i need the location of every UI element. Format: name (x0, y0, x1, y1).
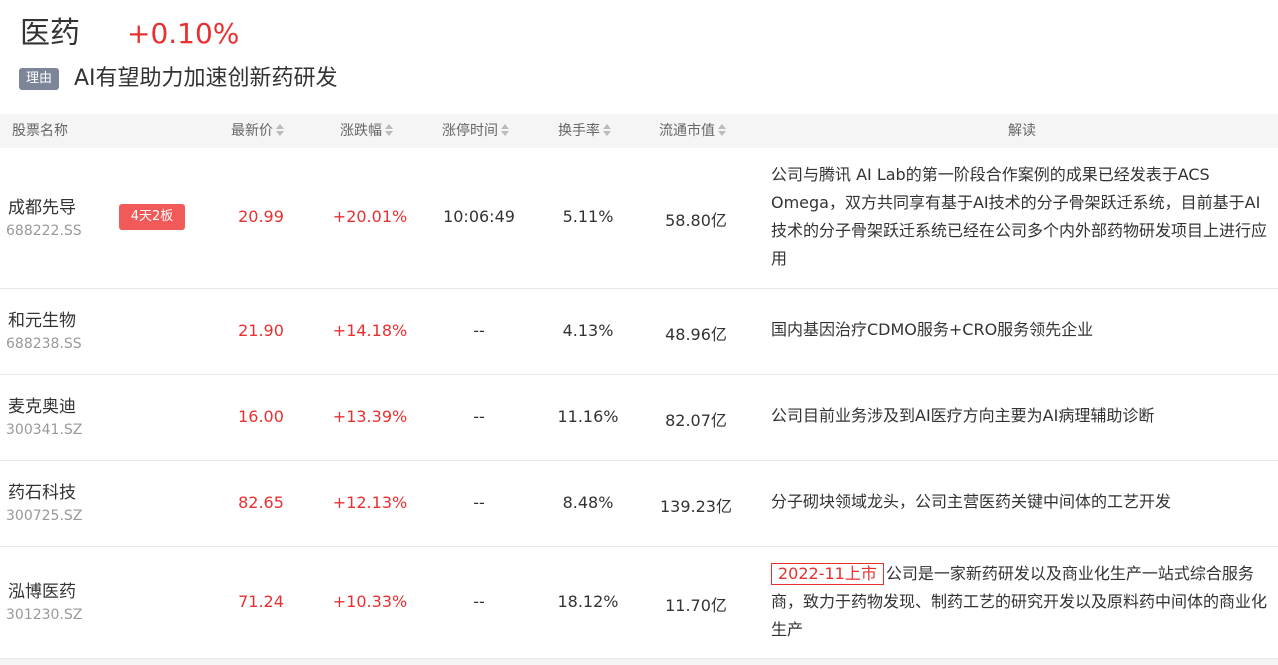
price: 16.00 (238, 407, 284, 426)
column-header-change[interactable]: 涨跌幅 (340, 114, 394, 148)
column-header-desc: 解读 (1008, 123, 1036, 139)
stock-name[interactable]: 成都先导 (8, 193, 76, 218)
limit-up-time: -- (473, 592, 485, 611)
stock-description: 2022-11上市 公司是一家新药研发以及商业化生产一站式综合服务商，致力于药物发… (771, 560, 1271, 644)
bottom-divider (0, 659, 1278, 665)
limit-up-time: -- (473, 493, 485, 512)
stock-name[interactable]: 药石科技 (8, 478, 76, 503)
limit-up-time: -- (473, 407, 485, 426)
sort-icon[interactable] (501, 124, 510, 136)
column-header-price[interactable]: 最新价 (231, 114, 285, 148)
table-row[interactable]: 和元生物 688238.SS 21.90 +14.18% -- 4.13% 48… (0, 289, 1278, 375)
column-header-market-cap[interactable]: 流通市值 (659, 114, 727, 148)
stock-code: 300725.SZ (6, 508, 83, 524)
change-pct: +10.33% (332, 592, 408, 611)
turnover-rate: 4.13% (562, 321, 614, 340)
column-header-turnover[interactable]: 换手率 (558, 114, 612, 148)
stock-name[interactable]: 泓博医药 (8, 577, 76, 602)
turnover-rate: 11.16% (557, 407, 619, 426)
price: 20.99 (238, 207, 284, 226)
sector-header: 医药 +0.10% 理由 AI有望助力加速创新药研发 (0, 0, 1278, 110)
stock-description: 公司目前业务涉及到AI医疗方向主要为AI病理辅助诊断 (771, 402, 1271, 430)
stock-code: 300341.SZ (6, 422, 83, 438)
market-cap: 58.80亿 (665, 211, 727, 230)
reason-tag: 理由 (19, 68, 59, 90)
table-row[interactable]: 药石科技 300725.SZ 82.65 +12.13% -- 8.48% 13… (0, 461, 1278, 547)
table-row[interactable]: 成都先导 688222.SS 4天2板 20.99 +20.01% 10:06:… (0, 148, 1278, 289)
limit-up-time: -- (473, 321, 485, 340)
market-cap: 82.07亿 (665, 411, 727, 430)
column-header-name: 股票名称 (12, 123, 68, 139)
price: 71.24 (238, 592, 284, 611)
sector-change: +0.10% (127, 17, 240, 50)
sort-icon[interactable] (603, 124, 612, 136)
turnover-rate: 8.48% (562, 493, 614, 512)
turnover-rate: 18.12% (557, 592, 619, 611)
sector-title: 医药 (20, 16, 80, 51)
stock-description: 分子砌块领域龙头，公司主营医药关键中间体的工艺开发 (771, 488, 1271, 516)
change-pct: +12.13% (332, 493, 408, 512)
table-header: 股票名称 最新价 涨跌幅 涨停时间 换手率 流通市值 解读 (0, 114, 1278, 148)
stock-code: 688238.SS (6, 336, 82, 352)
limit-up-badge: 4天2板 (119, 204, 185, 230)
description-text: 分子砌块领域龙头，公司主营医药关键中间体的工艺开发 (771, 492, 1172, 511)
market-cap: 11.70亿 (665, 596, 727, 615)
sort-icon[interactable] (276, 124, 285, 136)
change-pct: +13.39% (332, 407, 408, 426)
stock-description: 公司与腾讯 AI Lab的第一阶段合作案例的成果已经发表于ACS Omega，双… (771, 161, 1271, 273)
limit-up-time: 10:06:49 (443, 207, 515, 226)
market-cap: 139.23亿 (660, 497, 732, 516)
change-pct: +14.18% (332, 321, 408, 340)
sort-icon[interactable] (718, 124, 727, 136)
column-header-limit-time[interactable]: 涨停时间 (442, 114, 510, 148)
stock-name[interactable]: 和元生物 (8, 306, 76, 331)
turnover-rate: 5.11% (562, 207, 614, 226)
table-row[interactable]: 泓博医药 301230.SZ 71.24 +10.33% -- 18.12% 1… (0, 547, 1278, 659)
change-pct: +20.01% (332, 207, 408, 226)
ipo-date-tag: 2022-11上市 (771, 563, 884, 585)
stock-name[interactable]: 麦克奥迪 (8, 392, 76, 417)
stock-description: 国内基因治疗CDMO服务+CRO服务领先企业 (771, 316, 1271, 344)
description-text: 公司目前业务涉及到AI医疗方向主要为AI病理辅助诊断 (771, 406, 1155, 425)
stock-code: 301230.SZ (6, 607, 83, 623)
price: 82.65 (238, 493, 284, 512)
market-cap: 48.96亿 (665, 325, 727, 344)
description-text: 公司与腾讯 AI Lab的第一阶段合作案例的成果已经发表于ACS Omega，双… (771, 165, 1268, 268)
stock-code: 688222.SS (6, 223, 82, 239)
table-row[interactable]: 麦克奥迪 300341.SZ 16.00 +13.39% -- 11.16% 8… (0, 375, 1278, 461)
sort-icon[interactable] (385, 124, 394, 136)
price: 21.90 (238, 321, 284, 340)
reason-text: AI有望助力加速创新药研发 (74, 66, 338, 91)
description-text: 国内基因治疗CDMO服务+CRO服务领先企业 (771, 320, 1094, 339)
